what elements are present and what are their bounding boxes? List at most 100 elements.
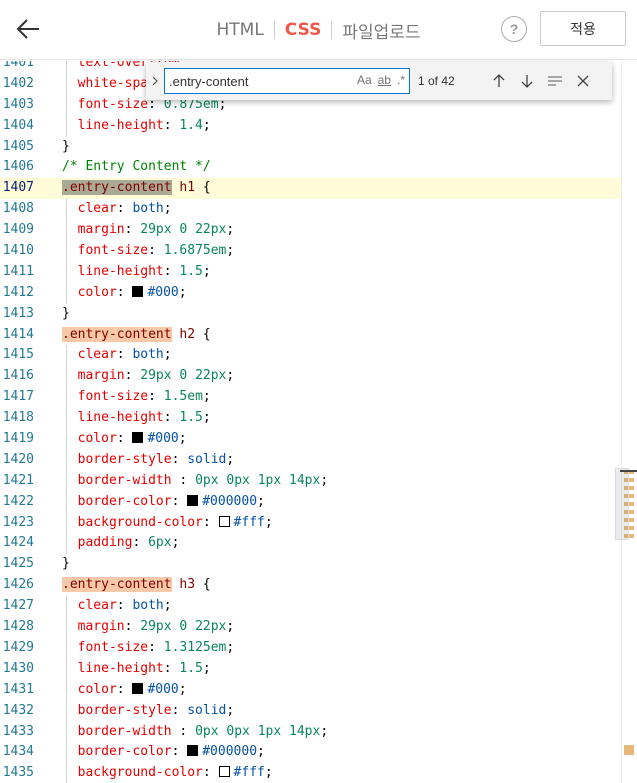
indent-guide: [66, 491, 67, 513]
line-code: .entry-content h3 {: [62, 577, 211, 593]
code-line[interactable]: 1412 color: #000;: [0, 282, 637, 304]
indent-guide: [66, 220, 67, 242]
line-code: background-color: #fff;: [77, 514, 273, 530]
code-line[interactable]: 1432 border-style: solid;: [0, 700, 637, 722]
code-line[interactable]: 1423 background-color: #fff;: [0, 512, 637, 534]
next-match-button[interactable]: [518, 72, 536, 90]
line-code: margin: 29px 0 22px;: [77, 222, 235, 238]
code-editor[interactable]: 1401 text-overflow 1402 white-space 1403 f…: [0, 61, 637, 783]
line-code: /* Entry Content */: [62, 159, 211, 175]
code-line[interactable]: 1410 font-size: 1.6875em;: [0, 241, 637, 262]
line-code: line-height: 1.5;: [77, 660, 211, 676]
find-in-selection-button[interactable]: [546, 72, 564, 90]
code-line[interactable]: 1404 line-height: 1.4;: [0, 115, 637, 137]
line-code: padding: 6px;: [77, 535, 180, 551]
indent-guide: [66, 366, 67, 388]
line-number: 1428: [2, 619, 34, 635]
code-line[interactable]: 1422 border-color: #000000;: [0, 491, 637, 513]
line-number: 1418: [2, 410, 34, 426]
back-button[interactable]: [14, 14, 44, 44]
help-icon: ?: [509, 21, 519, 37]
code-line[interactable]: 1427 clear: both;: [0, 596, 637, 618]
line-number: 1411: [2, 263, 34, 279]
code-line[interactable]: 1414 .entry-content h2 {: [0, 325, 637, 346]
toggle-replace-button[interactable]: [146, 74, 164, 89]
code-line[interactable]: 1426 .entry-content h3 {: [0, 575, 637, 596]
line-code: border-color: #000000;: [77, 744, 265, 760]
code-line[interactable]: 1407 .entry-content h1 {: [0, 178, 637, 200]
editor-header: HTML CSS 파일업로드 ? 적용: [0, 0, 637, 60]
find-input-box: Aa ab .*: [164, 68, 410, 94]
indent-guide: [66, 199, 67, 221]
line-code: }: [62, 556, 70, 572]
line-number: 1404: [2, 117, 34, 133]
indent-guide: [66, 115, 67, 137]
indent-guide: [66, 94, 67, 116]
vertical-scrollbar[interactable]: [621, 61, 637, 783]
line-code: .entry-content h2 {: [62, 326, 211, 342]
code-line[interactable]: 1411 line-height: 1.5;: [0, 261, 637, 283]
line-number: 1433: [2, 723, 34, 739]
scrollbar-thumb[interactable]: [615, 468, 629, 540]
arrow-left-icon: [16, 19, 39, 39]
whole-word-toggle[interactable]: ab: [378, 73, 391, 87]
code-line[interactable]: 1421 border-width : 0px 0px 1px 14px;: [0, 470, 637, 492]
code-line[interactable]: 1425}: [0, 554, 637, 575]
tab-html[interactable]: HTML: [206, 20, 273, 40]
code-line[interactable]: 1417 font-size: 1.5em;: [0, 387, 637, 409]
indent-guide: [66, 721, 67, 743]
indent-guide: [66, 742, 67, 764]
indent-guide: [66, 261, 67, 283]
line-code: border-style: solid;: [77, 451, 235, 467]
line-number: 1426: [2, 577, 34, 593]
code-line[interactable]: 1431 color: #000;: [0, 679, 637, 701]
indent-guide: [66, 387, 67, 409]
selection-lines-icon: [548, 76, 562, 86]
code-line[interactable]: 1433 border-width : 0px 0px 1px 14px;: [0, 721, 637, 743]
code-line[interactable]: 1416 margin: 29px 0 22px;: [0, 366, 637, 388]
code-line[interactable]: 1405}: [0, 137, 637, 158]
indent-guide: [66, 617, 67, 638]
line-code: margin: 29px 0 22px;: [77, 619, 235, 635]
previous-match-button[interactable]: [490, 72, 508, 90]
code-line[interactable]: 1409 margin: 29px 0 22px;: [0, 220, 637, 242]
code-line[interactable]: 1406 /* Entry Content */: [0, 157, 637, 178]
line-number: 1401: [2, 61, 34, 70]
indent-guide: [66, 241, 67, 262]
line-number: 1435: [2, 765, 34, 781]
code-line[interactable]: 1413}: [0, 304, 637, 325]
chevron-right-icon: [152, 76, 158, 85]
help-button[interactable]: ?: [501, 16, 527, 42]
code-line[interactable]: 1429 font-size: 1.3125em;: [0, 637, 637, 659]
code-line[interactable]: 1428 margin: 29px 0 22px;: [0, 617, 637, 638]
line-code: }: [62, 305, 70, 321]
code-line[interactable]: 1424 padding: 6px;: [0, 533, 637, 555]
find-widget: Aa ab .* 1 of 42: [146, 62, 612, 100]
line-number: 1424: [2, 535, 34, 551]
code-line[interactable]: 1434 border-color: #000000;: [0, 742, 637, 764]
code-line[interactable]: 1435 background-color: #fff;: [0, 763, 637, 783]
code-line[interactable]: 1420 border-style: solid;: [0, 449, 637, 471]
code-line[interactable]: 1419 color: #000;: [0, 429, 637, 450]
line-code: border-width : 0px 0px 1px 14px;: [77, 472, 329, 488]
code-line[interactable]: 1430 line-height: 1.5;: [0, 658, 637, 680]
match-case-toggle[interactable]: Aa: [357, 73, 372, 87]
line-number: 1434: [2, 744, 34, 760]
indent-guide: [66, 282, 67, 304]
code-line[interactable]: 1418 line-height: 1.5;: [0, 408, 637, 430]
line-number: 1402: [2, 75, 34, 91]
code-line[interactable]: 1415 clear: both;: [0, 345, 637, 367]
regex-toggle[interactable]: .*: [397, 73, 405, 87]
apply-button[interactable]: 적용: [540, 11, 626, 46]
line-code: color: #000;: [77, 681, 187, 697]
close-find-button[interactable]: [574, 72, 592, 90]
code-lines: 1401 text-overflow 1402 white-space 1403 f…: [0, 61, 637, 783]
indent-guide: [66, 637, 67, 659]
tab-file-upload[interactable]: 파일업로드: [332, 18, 430, 43]
indent-guide: [66, 73, 67, 95]
code-line[interactable]: 1408 clear: both;: [0, 199, 637, 221]
line-number: 1416: [2, 368, 34, 384]
line-code: background-color: #fff;: [77, 765, 273, 781]
find-input[interactable]: [169, 73, 329, 89]
tab-css[interactable]: CSS: [275, 20, 332, 40]
